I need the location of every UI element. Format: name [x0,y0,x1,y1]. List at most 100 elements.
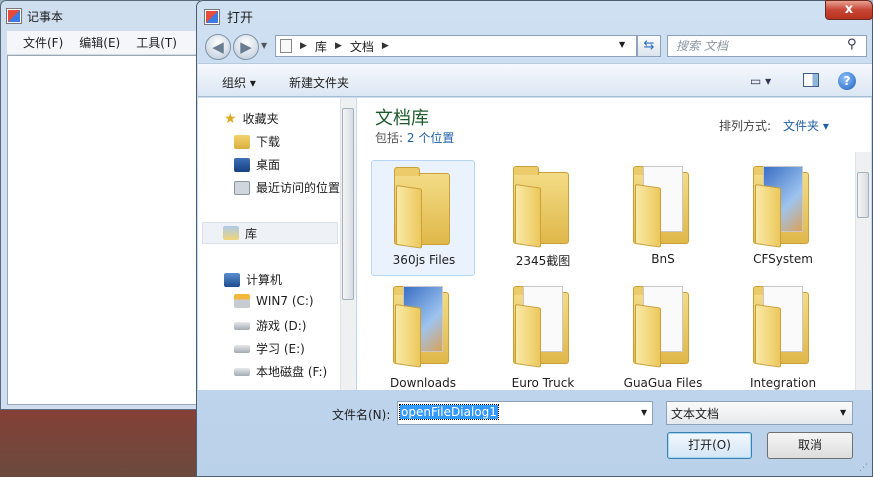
refresh-button[interactable]: ⇆ [637,35,661,57]
folder-item[interactable]: GuaGua Files [611,280,715,390]
nav-label: 下载 [256,135,281,149]
folder-icon [633,166,693,248]
nav-drive-e[interactable]: 学习 (E:) [234,340,305,357]
library-icon [223,226,239,240]
folder-item[interactable]: Downloads [371,280,475,390]
view-icon: ▭ ▾ [750,74,772,88]
arrow-left-icon: ◀ [212,38,224,56]
notepad-text-area[interactable] [7,55,197,405]
sort-label: 排列方式: [719,119,772,133]
chevron-right-icon[interactable]: ▶ [335,41,342,51]
desktop-icon [234,157,250,172]
content-scroll-thumb[interactable] [857,172,869,218]
library-title: 文档库 [375,108,429,129]
folder-item[interactable]: 2345截图 [491,160,595,276]
drive-icon [234,321,250,330]
filename-dropdown[interactable]: ▼ [641,408,647,417]
preview-pane-button[interactable] [803,73,819,87]
includes-locations-link[interactable]: 2 个位置 [407,131,454,145]
folder-item[interactable]: Euro Truck [491,280,595,390]
recent-places-icon [234,180,250,195]
page-icon [280,39,292,53]
nav-scroll-thumb[interactable] [342,108,354,300]
nav-drive-f[interactable]: 本地磁盘 (F:) [234,363,327,380]
breadcrumb-documents[interactable]: 文档 [350,38,374,55]
chevron-right-icon[interactable]: ▶ [300,41,307,51]
folder-label: GuaGua Files [623,376,703,390]
chevron-down-icon[interactable]: ▼ [840,408,846,417]
resize-grip-icon[interactable]: ⋰ [859,463,868,473]
folder-icon [513,166,573,248]
folder-item[interactable]: BnS [611,160,715,276]
filename-value: openFileDialog1 [399,404,499,420]
open-file-dialog: 打开 x ◀ ▶ ▼ ▶ 库 ▶ 文档 ▶ ▼ ⇆ 搜索 文档 ⚲ 组织 ▾ 新… [196,0,873,477]
filename-input[interactable]: openFileDialog1 [397,401,653,425]
nav-label: 计算机 [246,273,283,287]
help-icon: ? [843,74,851,88]
folder-label: CFSystem [753,252,813,266]
computer-icon [224,272,240,287]
close-icon: x [844,2,854,17]
arrow-right-icon: ▶ [240,38,252,56]
folder-icon [633,286,693,368]
navigation-pane: ★ 收藏夹 下载 桌面 最近访问的位置 库 计算机 WIN7 (C:) 游戏 (D… [198,98,356,390]
folder-icon [393,286,453,368]
nav-label: 学习 (E:) [256,342,305,356]
menu-tools[interactable]: 工具(T) [128,34,185,51]
nav-library[interactable]: 库 [202,222,338,244]
view-options-button[interactable]: ▭ ▾ [750,74,771,88]
dialog-title: 打开 [227,11,254,26]
notepad-window: 记事本 文件(F) 编辑(E) 工具(T) [0,0,204,410]
help-button[interactable]: ? [838,72,856,90]
folder-item[interactable]: CFSystem [731,160,835,276]
drive-icon [234,367,250,376]
nav-computer[interactable]: 计算机 [224,271,282,288]
file-list-pane: 文档库 包括: 2 个位置 排列方式: 文件夹 ▾ 360js Files 23… [357,98,871,390]
app-icon [204,8,220,25]
folder-icon [753,286,813,368]
sort-dropdown[interactable]: 文件夹 ▾ [783,117,829,134]
folder-label: BnS [651,252,675,266]
search-input[interactable]: 搜索 文档 [667,35,867,57]
system-drive-icon [234,294,250,308]
nav-drive-c[interactable]: WIN7 (C:) [234,294,314,308]
forward-button[interactable]: ▶ [233,34,259,60]
search-icon[interactable]: ⚲ [847,37,857,52]
nav-favorites[interactable]: ★ 收藏夹 [224,110,279,127]
filetype-select[interactable]: 文本文档 [666,401,853,425]
close-button[interactable]: x [825,0,873,20]
folder-label: Euro Truck [511,376,575,390]
folder-label: Downloads [390,376,456,390]
nav-label: 最近访问的位置 [256,181,341,195]
chevron-right-icon[interactable]: ▶ [382,41,389,51]
folder-item[interactable]: 360js Files [371,160,475,276]
nav-recent[interactable]: 最近访问的位置 [234,179,340,196]
nav-label: 游戏 (D:) [256,319,307,333]
menu-edit[interactable]: 编辑(E) [71,34,128,51]
refresh-icon: ⇆ [643,38,655,53]
notepad-title: 记事本 [27,9,64,24]
open-button[interactable]: 打开(O) [667,432,752,459]
address-bar[interactable]: ▶ 库 ▶ 文档 ▶ [275,35,637,57]
nav-drive-d[interactable]: 游戏 (D:) [234,317,306,334]
notepad-menubar: 文件(F) 编辑(E) 工具(T) [7,31,203,55]
menu-file[interactable]: 文件(F) [15,34,71,51]
recent-pages-dropdown[interactable]: ▼ [261,41,267,50]
organize-button[interactable]: 组织 ▾ [222,74,256,91]
nav-downloads[interactable]: 下载 [234,133,280,150]
folder-label: 360js Files [392,253,456,267]
back-button[interactable]: ◀ [205,34,231,60]
nav-desktop[interactable]: 桌面 [234,156,280,173]
star-icon: ★ [224,110,237,127]
command-toolbar: 组织 ▾ 新建文件夹 ▭ ▾ ? [198,63,872,97]
nav-label: 桌面 [256,158,281,172]
folder-label: Integration [749,376,817,390]
cancel-button[interactable]: 取消 [767,432,853,459]
breadcrumb-library[interactable]: 库 [315,38,327,55]
folder-icon [394,167,454,249]
address-dropdown[interactable]: ▼ [619,40,625,49]
folder-icon [753,166,813,248]
folder-item[interactable]: Integration [731,280,835,390]
nav-label: 库 [245,226,258,241]
new-folder-button[interactable]: 新建文件夹 [289,74,349,91]
